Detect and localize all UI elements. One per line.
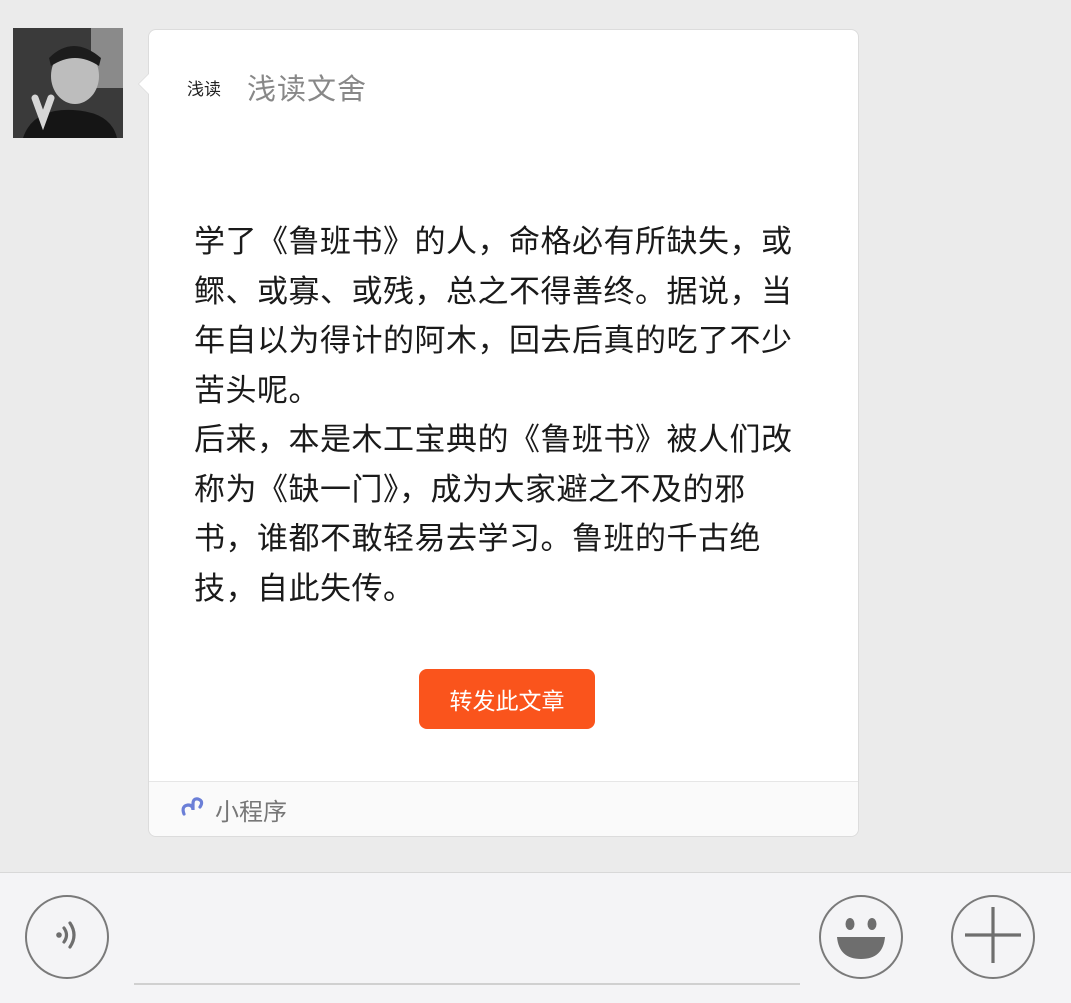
mini-program-logo: 浅读 bbox=[179, 66, 229, 108]
user-avatar[interactable] bbox=[13, 28, 123, 138]
mini-program-header: 浅读 浅读文舍 bbox=[179, 64, 367, 110]
voice-input-icon bbox=[47, 915, 87, 959]
mini-program-link-icon bbox=[177, 792, 207, 826]
chat-area: 浅读 浅读文舍 学了《鲁班书》的人，命格必有所缺失，或 鳏、或寡、或残，总之不得… bbox=[0, 0, 1071, 872]
input-bar bbox=[0, 872, 1071, 1003]
share-article-button[interactable]: 转发此文章 bbox=[419, 669, 595, 729]
mini-program-footer: 小程序 bbox=[149, 781, 858, 836]
message-input[interactable] bbox=[134, 893, 800, 985]
mini-program-card[interactable]: 浅读 浅读文舍 学了《鲁班书》的人，命格必有所缺失，或 鳏、或寡、或残，总之不得… bbox=[138, 29, 859, 837]
bubble-tail bbox=[139, 74, 149, 94]
mini-program-name: 浅读文舍 bbox=[247, 72, 368, 106]
plus-icon bbox=[951, 893, 1035, 981]
mini-program-label: 小程序 bbox=[215, 797, 287, 826]
avatar-photo-icon bbox=[13, 28, 123, 138]
emoji-button[interactable] bbox=[819, 895, 903, 979]
more-functions-button[interactable] bbox=[951, 895, 1035, 979]
voice-input-button[interactable] bbox=[25, 895, 109, 979]
emoji-smiley-icon bbox=[819, 893, 903, 981]
article-text: 学了《鲁班书》的人，命格必有所缺失，或 鳏、或寡、或残，总之不得善终。据说，当 … bbox=[194, 224, 793, 607]
